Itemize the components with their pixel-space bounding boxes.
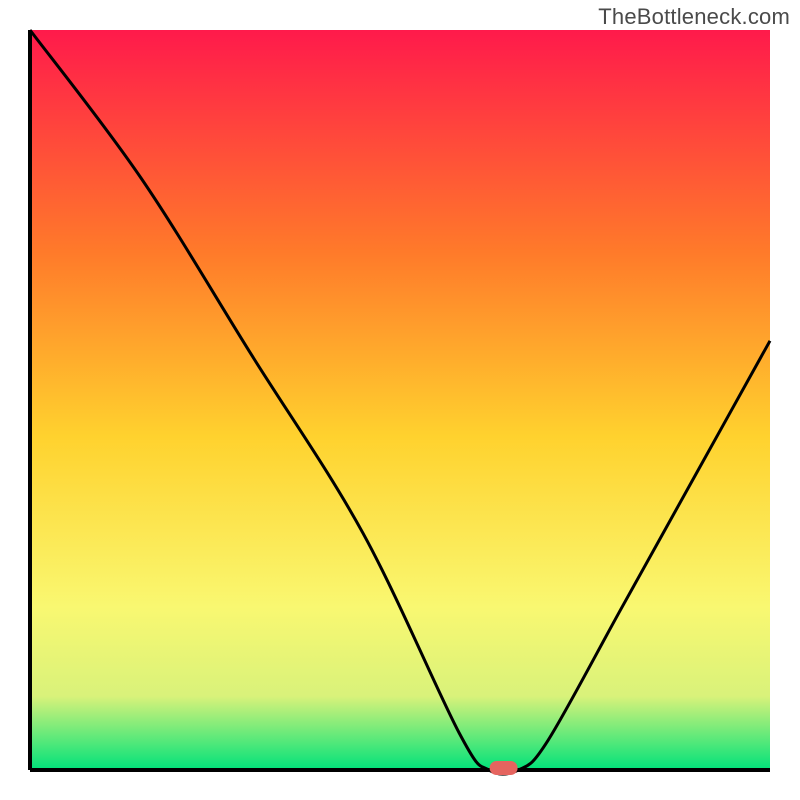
chart-svg <box>0 0 800 800</box>
watermark-text: TheBottleneck.com <box>598 4 790 30</box>
chart-background <box>30 30 770 770</box>
bottleneck-chart: TheBottleneck.com <box>0 0 800 800</box>
optimum-marker <box>490 761 518 775</box>
